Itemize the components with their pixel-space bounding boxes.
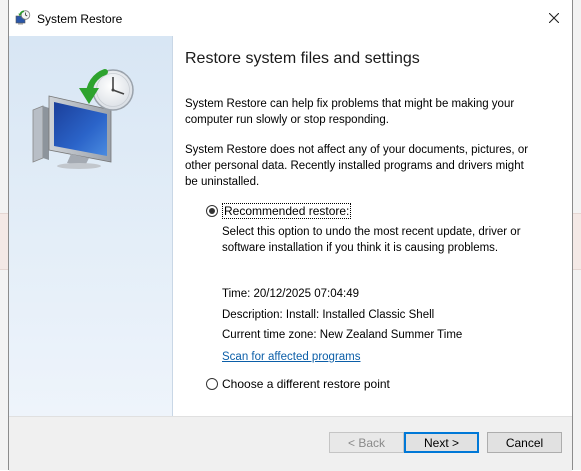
restore-time: Time: 20/12/2025 07:04:49 xyxy=(222,288,360,300)
title-bar: System Restore xyxy=(9,0,572,36)
button-bar: < Back Next > Cancel xyxy=(9,416,572,471)
banner-pane xyxy=(9,36,173,416)
different-restore-point-label: Choose a different restore point xyxy=(222,377,390,391)
cancel-button[interactable]: Cancel xyxy=(487,432,562,453)
radio-button-recommended[interactable] xyxy=(206,205,218,217)
restore-description: Description: Install: Installed Classic … xyxy=(222,309,435,321)
window-title: System Restore xyxy=(37,12,123,26)
next-button[interactable]: Next > xyxy=(404,432,479,453)
system-restore-dialog: System Restore Restore system files and … xyxy=(8,0,573,471)
intro-paragraph: System Restore can help fix problems tha… xyxy=(185,98,515,126)
time-zone: Current time zone: New Zealand Summer Ti… xyxy=(222,329,463,341)
background-window-left xyxy=(0,0,8,470)
back-button[interactable]: < Back xyxy=(329,432,404,453)
background-band xyxy=(573,213,581,270)
background-window-right xyxy=(573,0,581,470)
recommended-restore-label: Recommended restore: xyxy=(222,203,352,219)
page-title: Restore system files and settings xyxy=(185,50,420,67)
different-restore-point-option[interactable]: Choose a different restore point xyxy=(206,377,390,391)
system-restore-icon xyxy=(15,10,31,26)
system-restore-hero-icon xyxy=(32,69,134,169)
radio-button-different[interactable] xyxy=(206,378,218,390)
info-paragraph: System Restore does not affect any of yo… xyxy=(185,144,529,188)
close-button[interactable] xyxy=(536,0,572,36)
background-band xyxy=(0,213,8,270)
recommended-restore-option[interactable]: Recommended restore: xyxy=(206,203,352,219)
scan-affected-programs-link[interactable]: Scan for affected programs xyxy=(222,351,361,363)
recommended-description: Select this option to undo the most rece… xyxy=(222,226,521,254)
close-icon xyxy=(549,13,559,23)
